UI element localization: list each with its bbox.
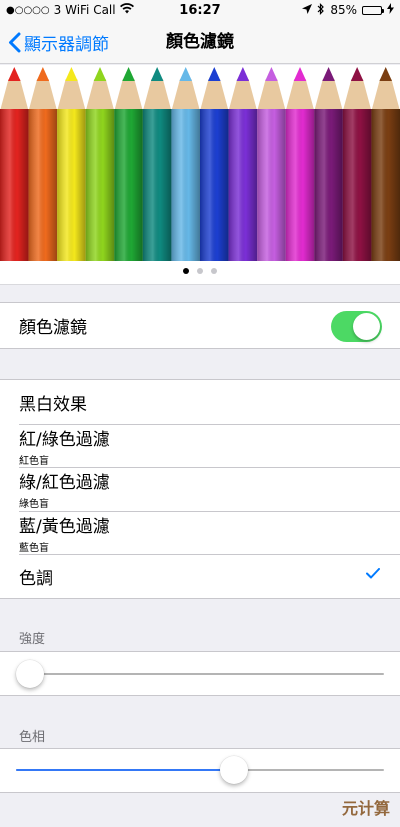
pencil	[257, 67, 286, 261]
page-dot[interactable]	[183, 268, 189, 274]
hue-slider-group	[0, 748, 400, 793]
charging-bolt-icon	[387, 3, 394, 17]
filter-option[interactable]: 藍/黃色過濾 藍色盲	[0, 511, 400, 554]
pencil	[142, 67, 172, 261]
filter-option-subtitle: 綠色盲	[19, 499, 49, 510]
page-dot[interactable]	[197, 268, 203, 274]
filter-option-subtitle: 紅色盲	[19, 455, 49, 467]
color-filter-row: 顏色濾鏡	[0, 303, 400, 348]
intensity-slider-group	[0, 651, 400, 696]
status-bar: ●○○○○ 3 WiFi Call 16:27 85%	[0, 0, 400, 20]
status-right: 85%	[302, 2, 394, 18]
color-preview-carousel[interactable]	[0, 65, 400, 285]
carrier-label: 3 WiFi Call	[53, 3, 116, 17]
filter-option-text: 紅/綠色過濾 紅色盲	[19, 425, 110, 467]
filter-option-label: 藍/黃色過濾	[19, 516, 110, 537]
wifi-icon	[119, 3, 134, 17]
chevron-left-icon	[9, 32, 21, 52]
back-button[interactable]: 顯示器調節	[8, 28, 109, 56]
pencil	[28, 67, 58, 261]
pencil	[171, 67, 200, 261]
hue-header: 色相	[19, 730, 46, 745]
colored-pencils-image	[0, 67, 400, 261]
pencil	[285, 67, 315, 261]
checkmark-icon	[366, 568, 380, 579]
pencil	[0, 67, 29, 261]
intensity-header: 強度	[19, 632, 46, 647]
watermark-logo: 元计算	[341, 799, 390, 818]
pencil	[200, 67, 229, 261]
intensity-slider-track[interactable]	[16, 673, 384, 675]
intensity-slider-thumb[interactable]	[16, 660, 44, 688]
filter-option-label: 黑白效果	[19, 394, 87, 415]
pencil	[342, 67, 372, 261]
hue-slider-fill	[16, 769, 237, 771]
hue-slider-track[interactable]	[16, 769, 384, 771]
battery-percent: 85%	[330, 3, 357, 17]
back-button-label: 顯示器調節	[24, 34, 109, 55]
hue-slider-thumb[interactable]	[220, 756, 248, 784]
color-filter-toggle-group: 顏色濾鏡	[0, 302, 400, 349]
filter-option-label: 色調	[19, 568, 53, 589]
pencil	[85, 67, 115, 261]
color-filter-label: 顏色濾鏡	[19, 318, 87, 338]
status-left: ●○○○○ 3 WiFi Call	[6, 3, 302, 17]
filter-option[interactable]: 黑白效果	[0, 380, 400, 424]
color-filter-toggle[interactable]	[331, 311, 382, 342]
battery-icon	[362, 5, 384, 15]
signal-dots-icon: ●○○○○	[6, 4, 50, 16]
filter-option-subtitle: 藍色盲	[19, 542, 49, 554]
pencil	[57, 67, 86, 261]
filter-option[interactable]: 紅/綠色過濾 紅色盲	[0, 424, 400, 467]
filter-option-text: 綠/紅色過濾 綠色盲	[19, 468, 110, 510]
filter-options-list: 黑白效果 紅/綠色過濾 紅色盲 綠/紅色過濾 綠色盲 藍/黃色過濾 藍色盲 色調	[0, 379, 400, 599]
page-dot[interactable]	[211, 268, 217, 274]
pencil	[228, 67, 258, 261]
filter-option-selected[interactable]: 色調	[0, 554, 400, 598]
bluetooth-icon	[317, 2, 325, 18]
filter-option-label: 紅/綠色過濾	[19, 429, 110, 450]
filter-option-text: 藍/黃色過濾 藍色盲	[19, 512, 110, 554]
page-indicator[interactable]	[0, 268, 400, 274]
pencil	[314, 67, 343, 261]
pencil	[114, 67, 143, 261]
navigation-bar: 顯示器調節 顏色濾鏡	[0, 20, 400, 64]
location-arrow-icon	[302, 3, 313, 17]
pencil	[371, 67, 400, 261]
filter-option-label: 綠/紅色過濾	[19, 473, 110, 493]
filter-option[interactable]: 綠/紅色過濾 綠色盲	[0, 467, 400, 511]
toggle-knob	[353, 313, 380, 340]
